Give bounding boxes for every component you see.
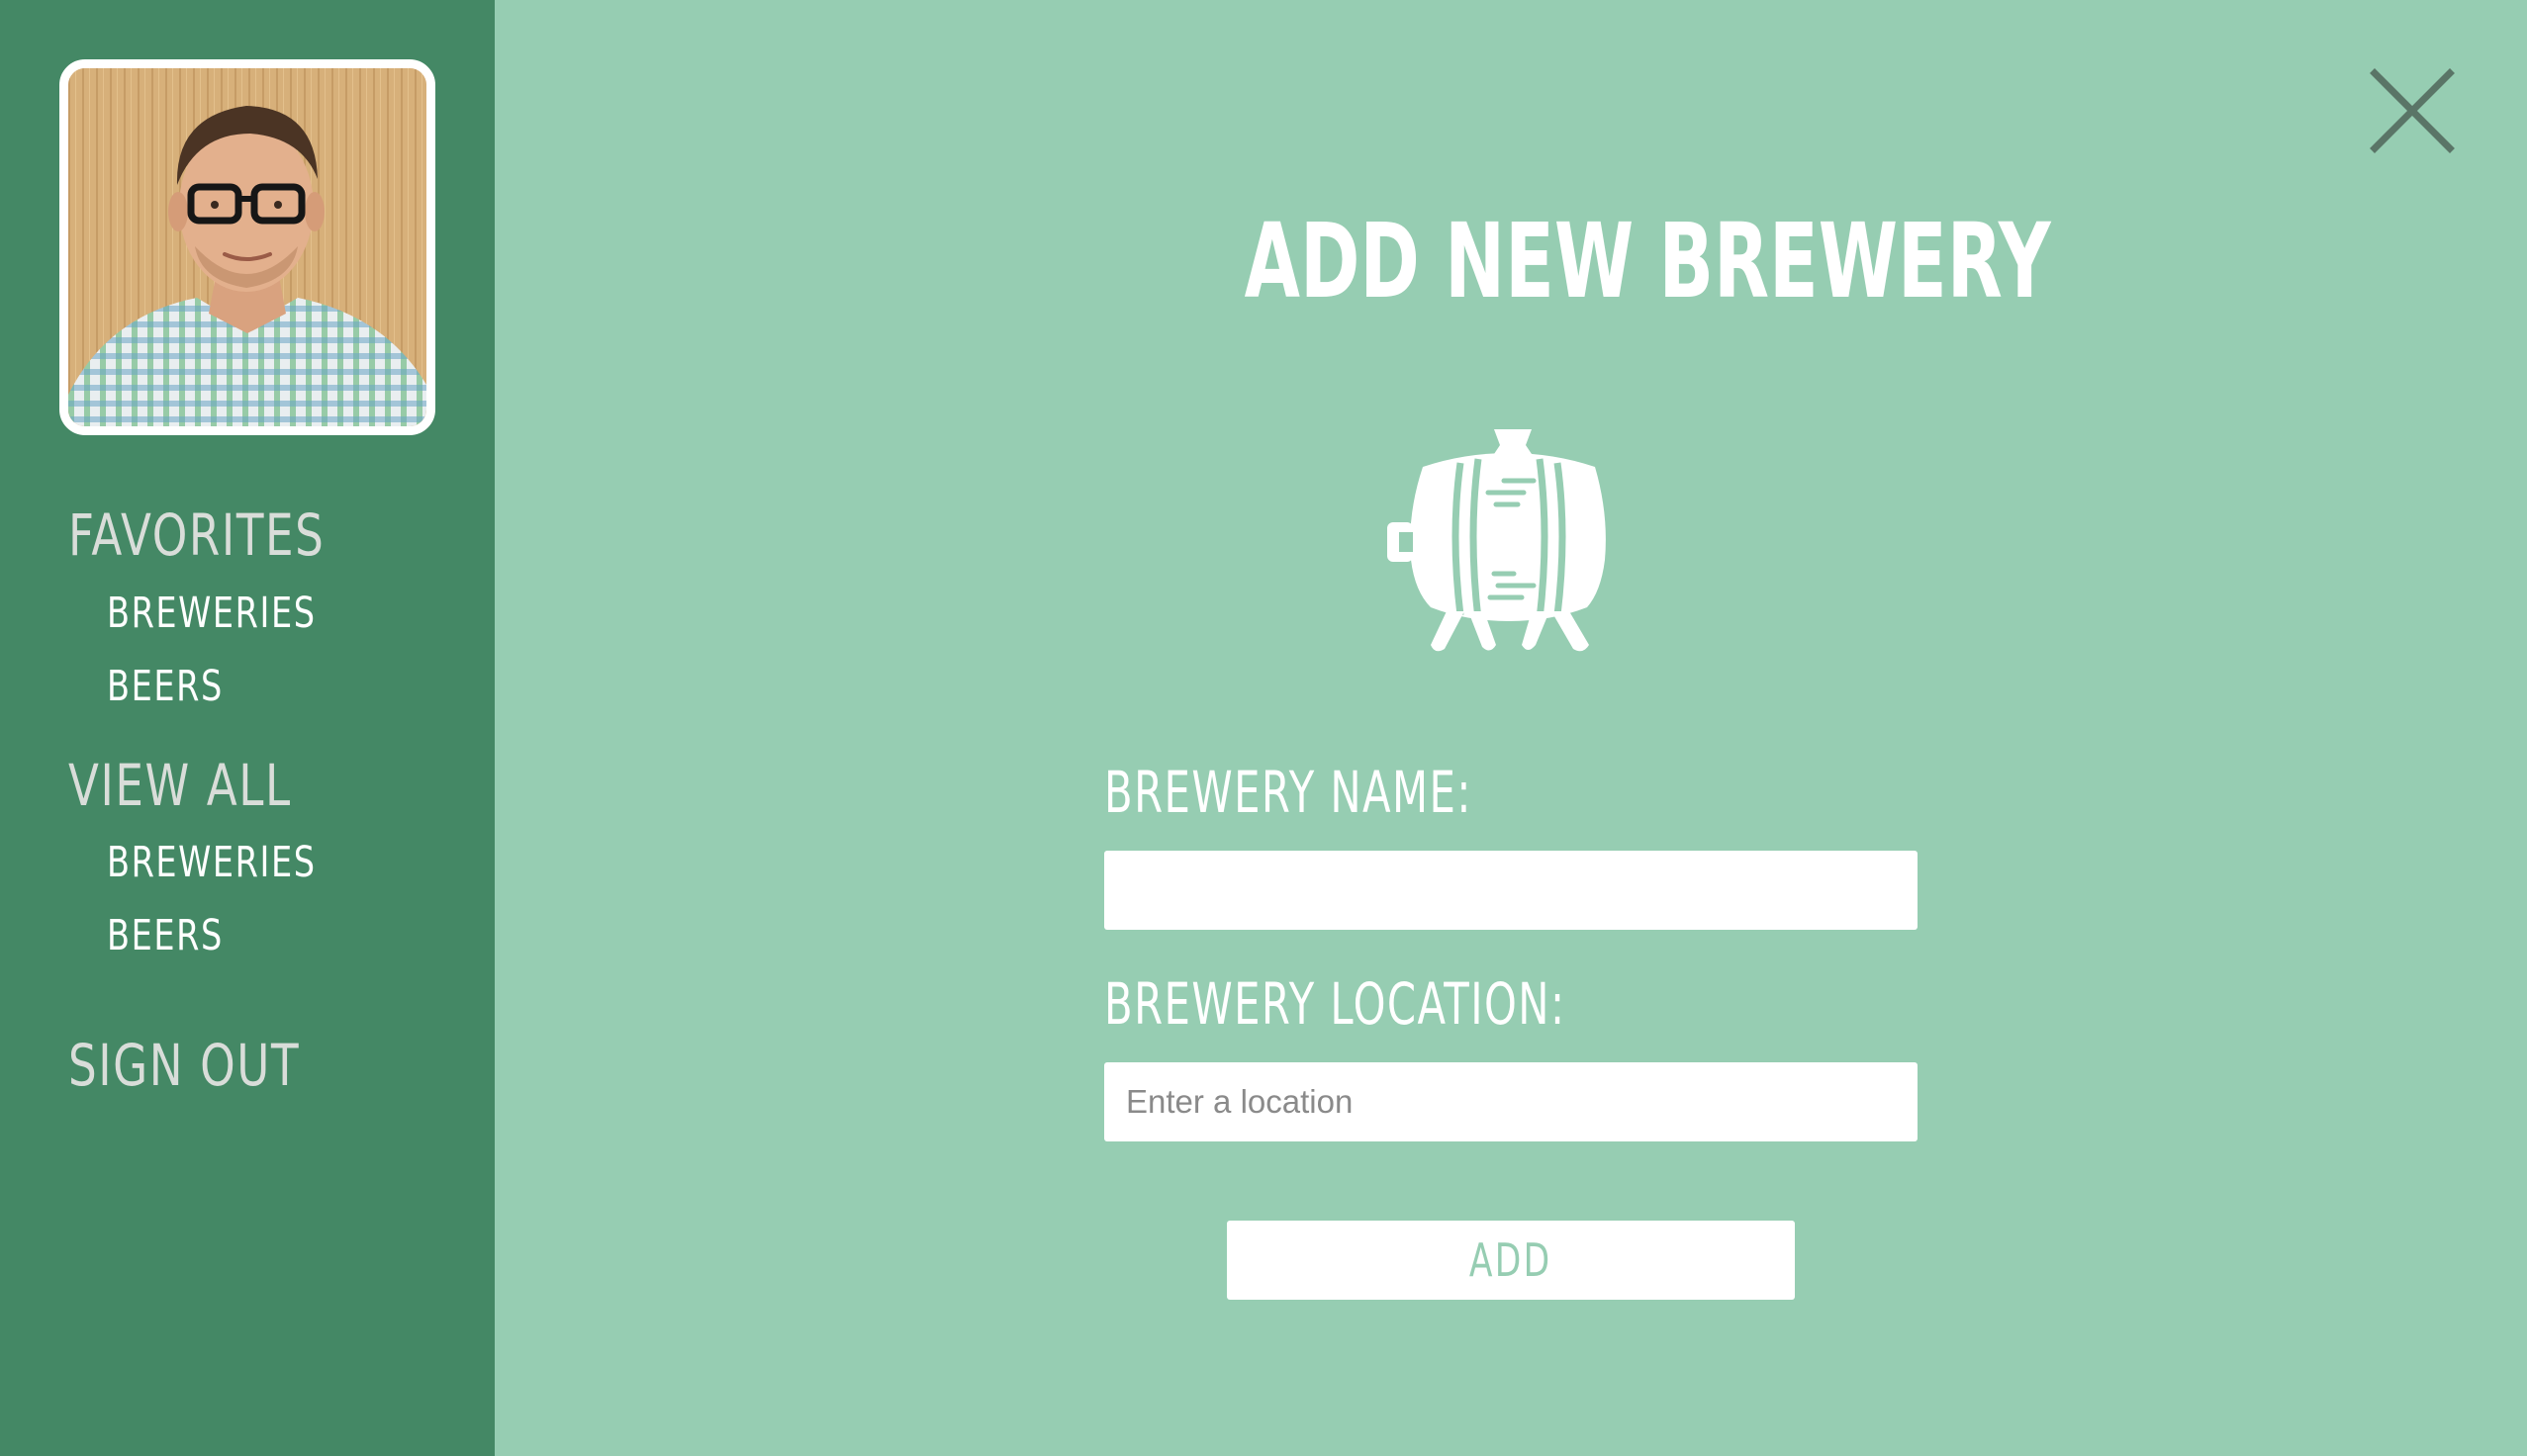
- close-icon: [2370, 68, 2455, 153]
- app-window: FAVORITES BREWERIES BEERS VIEW ALL BREWE…: [0, 0, 2527, 1456]
- nav-item-all-breweries[interactable]: BREWERIES: [107, 842, 317, 884]
- beer-keg-icon: [1385, 425, 1633, 655]
- brewery-name-input[interactable]: [1104, 851, 1918, 930]
- page-title: ADD NEW BREWERY: [1072, 210, 2051, 313]
- nav-item-favorite-breweries[interactable]: BREWERIES: [107, 592, 317, 635]
- page-title-text: ADD NEW BREWERY: [1244, 201, 2051, 321]
- brewery-name-label: BREWERY NAME:: [1104, 759, 1472, 826]
- avatar[interactable]: [59, 59, 435, 435]
- sign-out-link[interactable]: SIGN OUT: [68, 1037, 300, 1094]
- close-button[interactable]: [2365, 63, 2460, 158]
- brewery-location-label: BREWERY LOCATION:: [1104, 970, 1566, 1038]
- nav-heading-view-all: VIEW ALL: [68, 752, 292, 819]
- nav-heading-favorites: FAVORITES: [68, 501, 326, 569]
- add-button-label: ADD: [1469, 1233, 1552, 1287]
- nav-item-favorite-beers[interactable]: BEERS: [107, 666, 224, 708]
- add-button[interactable]: ADD: [1227, 1221, 1795, 1300]
- profile-photo: [68, 68, 426, 426]
- brewery-location-input[interactable]: [1104, 1062, 1918, 1141]
- nav-item-all-beers[interactable]: BEERS: [107, 915, 224, 957]
- sidebar: FAVORITES BREWERIES BEERS VIEW ALL BREWE…: [0, 0, 495, 1456]
